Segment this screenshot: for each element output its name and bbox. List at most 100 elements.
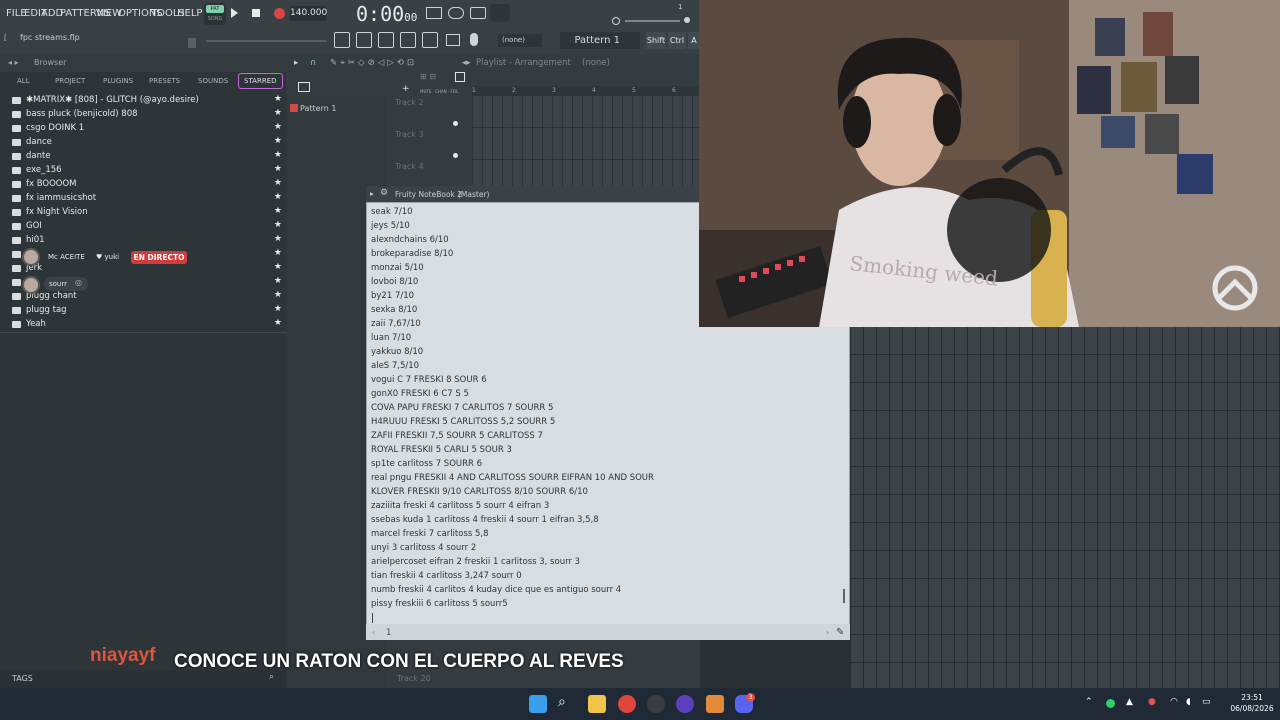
windows-start-icon[interactable] xyxy=(529,695,547,713)
piano-icon[interactable] xyxy=(455,72,465,82)
master-pitch-knob[interactable] xyxy=(612,17,620,25)
pattern-select[interactable]: Pattern 1 xyxy=(560,32,640,49)
star-icon[interactable]: ★ xyxy=(274,94,282,104)
tab-presets[interactable]: PRESETS xyxy=(149,77,180,85)
volume-icon[interactable]: ◖ xyxy=(1186,697,1191,707)
browser-arrows-icon[interactable]: ◂ ▸ xyxy=(8,58,19,67)
star-icon[interactable]: ★ xyxy=(274,318,282,328)
wait-icon[interactable] xyxy=(470,7,486,19)
star-icon[interactable]: ★ xyxy=(274,136,282,146)
add-track-icon[interactable]: + xyxy=(402,84,410,94)
star-icon[interactable]: ★ xyxy=(274,178,282,188)
star-icon[interactable]: ★ xyxy=(274,206,282,216)
chrome-icon[interactable] xyxy=(618,695,636,713)
tab-starred[interactable]: STARRED xyxy=(238,73,283,89)
mic-icon[interactable] xyxy=(470,33,478,46)
tab-plugins[interactable]: PLUGINS xyxy=(103,77,133,85)
star-icon[interactable]: ★ xyxy=(274,234,282,244)
star-icon[interactable]: ★ xyxy=(274,276,282,286)
channel-rack-icon[interactable] xyxy=(378,32,394,48)
piano-small-icon[interactable] xyxy=(298,82,310,92)
ctrl-button[interactable]: Ctrl xyxy=(668,32,686,49)
obs-icon[interactable] xyxy=(647,695,665,713)
playlist-menu-arrow-icon[interactable]: ▸ xyxy=(294,58,298,68)
tool-icons[interactable]: ✎⌖✂◇⊘◁▷⟲⊡ xyxy=(330,58,417,68)
metronome-icon[interactable] xyxy=(448,7,464,19)
list-item[interactable]: plugg tag ★ xyxy=(12,304,284,318)
wifi-icon[interactable]: ◠ xyxy=(1170,697,1178,707)
browser-icon[interactable] xyxy=(446,34,460,46)
taskbar-clock[interactable]: 23:51 06/08/2026 xyxy=(1228,692,1276,714)
notebook-menu-arrow-icon[interactable]: ▸ xyxy=(370,189,374,198)
star-icon[interactable]: ★ xyxy=(274,262,282,272)
play-icon[interactable] xyxy=(231,8,238,18)
list-item[interactable]: fx iammusicshot ★ xyxy=(12,192,284,206)
notebook-page-number[interactable]: 1 xyxy=(386,628,391,638)
list-item[interactable]: GOI ★ xyxy=(12,220,284,234)
plugin-picker-icon[interactable] xyxy=(422,32,438,48)
file-explorer-icon[interactable] xyxy=(588,695,606,713)
mic-tray-icon[interactable]: ● xyxy=(1148,697,1156,707)
tab-all[interactable]: ALL xyxy=(17,77,30,85)
none-select[interactable]: (none) xyxy=(498,34,542,47)
page-next-icon[interactable]: › xyxy=(826,628,829,637)
master-volume-slider[interactable] xyxy=(625,20,680,22)
list-item[interactable]: csgo DOINK 1 ★ xyxy=(12,122,284,136)
star-icon[interactable]: ★ xyxy=(274,122,282,132)
list-item[interactable]: exe_156 ★ xyxy=(12,164,284,178)
star-icon[interactable]: ★ xyxy=(274,290,282,300)
gear-icon[interactable]: ⚙ xyxy=(380,188,388,198)
list-item[interactable]: jerk ★ xyxy=(12,262,284,276)
list-item[interactable]: dance ★ xyxy=(12,136,284,150)
fl-studio-icon[interactable] xyxy=(706,695,724,713)
playlist-grid[interactable] xyxy=(472,96,700,186)
star-icon[interactable]: ★ xyxy=(274,150,282,160)
pattern-item[interactable]: Pattern 1 xyxy=(300,104,336,113)
record-icon[interactable] xyxy=(274,8,285,19)
playlist-icon[interactable] xyxy=(334,32,350,48)
project-lock-icon[interactable] xyxy=(188,38,196,48)
list-item[interactable]: ✱MATRIX✱ [808] - GLITCH (@ayo.desire) ★ xyxy=(12,94,284,108)
playlist-grid-right[interactable] xyxy=(850,327,1280,688)
timeline-ruler[interactable]: 1 2 3 4 5 6 xyxy=(472,86,700,96)
shift-button[interactable]: Shift xyxy=(646,32,666,49)
list-item[interactable]: dante ★ xyxy=(12,150,284,164)
tab-project[interactable]: PROJECT xyxy=(55,77,85,85)
track-header[interactable]: Track 3 xyxy=(395,130,471,160)
loop-record-icon[interactable] xyxy=(490,4,510,22)
track-led-icon[interactable] xyxy=(453,121,458,126)
tempo-display[interactable]: 140.000 xyxy=(290,6,327,21)
chevron-up-icon[interactable]: ⌃ xyxy=(1085,697,1093,707)
list-item[interactable]: bass pluck (benjicold) 808 ★ xyxy=(12,108,284,122)
scrollbar[interactable] xyxy=(843,589,845,603)
volume-knob[interactable] xyxy=(684,17,690,23)
tab-sounds[interactable]: SOUNDS xyxy=(198,77,228,85)
star-icon[interactable]: ★ xyxy=(274,108,282,118)
battery-icon[interactable]: ▭ xyxy=(1202,697,1211,707)
track-led-icon[interactable] xyxy=(453,153,458,158)
star-icon[interactable]: ★ xyxy=(274,220,282,230)
piano-roll-icon[interactable] xyxy=(356,32,372,48)
status-icon[interactable] xyxy=(1106,699,1115,708)
menu-help[interactable]: HELP xyxy=(177,8,202,19)
pat-song-switch[interactable]: PAT SONG xyxy=(204,3,226,25)
keyboard-icon[interactable] xyxy=(426,7,442,19)
list-item[interactable]: hi01 ★ xyxy=(12,234,284,248)
list-item[interactable]: plugg chant ★ xyxy=(12,290,284,304)
star-icon[interactable]: ★ xyxy=(274,192,282,202)
edit-pencil-icon[interactable]: ✎ xyxy=(836,627,844,638)
stop-icon[interactable] xyxy=(252,9,260,17)
star-icon[interactable]: ★ xyxy=(274,304,282,314)
track-header[interactable]: Track 2 xyxy=(395,98,471,128)
magnet-icon[interactable]: ∩ xyxy=(310,58,316,68)
tray-icon[interactable]: ▲ xyxy=(1126,697,1133,707)
mixer-icon[interactable] xyxy=(400,32,416,48)
star-icon[interactable]: ★ xyxy=(274,248,282,258)
list-item[interactable]: fx BOOOOM ★ xyxy=(12,178,284,192)
app-icon[interactable] xyxy=(676,695,694,713)
list-item[interactable]: Yeah ★ xyxy=(12,318,284,332)
page-prev-icon[interactable]: ‹ xyxy=(372,628,375,637)
list-item[interactable]: fx Night Vision ★ xyxy=(12,206,284,220)
search-icon[interactable]: ⌕ xyxy=(558,694,566,710)
star-icon[interactable]: ★ xyxy=(274,164,282,174)
